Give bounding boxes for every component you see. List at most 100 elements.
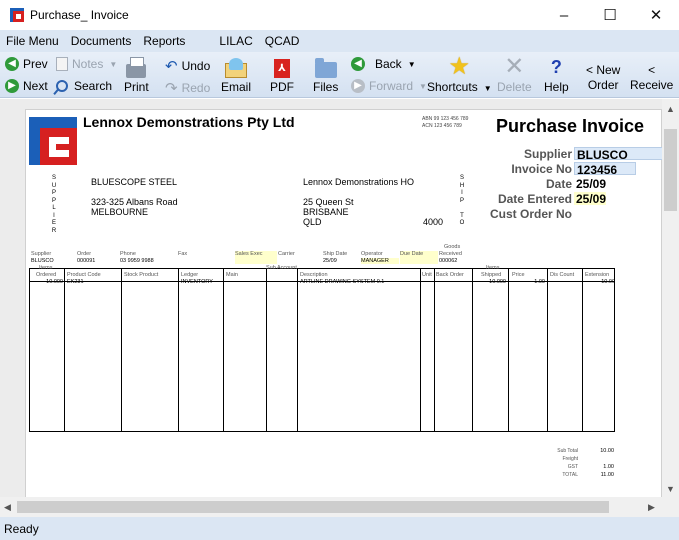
scroll-up-icon[interactable]: ▲ bbox=[666, 104, 675, 114]
hdr-order-label: Order bbox=[77, 251, 92, 257]
col-items-shipped-2: Shipped bbox=[481, 272, 502, 278]
invoice-no-label: Invoice No bbox=[511, 162, 572, 176]
line-price: 1.00 bbox=[534, 279, 545, 285]
col-items-ordered-2: Ordered bbox=[36, 272, 57, 278]
hdr-carrier-label: Carrier bbox=[278, 251, 295, 257]
scroll-left-icon[interactable]: ◀ bbox=[4, 502, 11, 513]
receive-button[interactable]: < Receive bbox=[630, 63, 673, 93]
gst-label: GST bbox=[567, 464, 578, 470]
supplier-value[interactable]: BLUSCO bbox=[574, 147, 662, 162]
shortcuts-button[interactable]: ★ Shortcuts ▼ bbox=[427, 53, 492, 95]
folder-icon bbox=[314, 58, 337, 78]
hdr-operator-value: MANAGER bbox=[361, 258, 399, 264]
horizontal-scroll-thumb[interactable] bbox=[17, 501, 609, 513]
redo-button[interactable]: ↷ Redo bbox=[165, 79, 210, 97]
date-entered-value[interactable]: 25/09 bbox=[574, 192, 606, 206]
col-stock-product: Stock Product bbox=[124, 272, 159, 278]
new-order-button[interactable]: < New Order bbox=[586, 63, 620, 93]
forward-button[interactable]: ▶ Forward ▼ bbox=[351, 79, 427, 93]
col-description: Description bbox=[300, 272, 328, 278]
hdr-goods-label-1: Goods bbox=[444, 244, 461, 250]
undo-icon: ↶ bbox=[165, 58, 178, 75]
line-extension: 10.00 bbox=[601, 279, 615, 285]
col-ledger: Ledger bbox=[181, 272, 199, 278]
menu-file[interactable]: File Menu bbox=[0, 34, 65, 48]
back-arrow-icon: ◀ bbox=[351, 57, 365, 71]
back-button[interactable]: ◀ Back ▼ bbox=[351, 57, 416, 71]
col-back-order: Back Order bbox=[436, 272, 464, 278]
line-items-ordered: 10.000 bbox=[46, 279, 63, 285]
hdr-sales-exec-label: Sales Exec bbox=[235, 251, 277, 264]
menu-bar: File Menu Documents Reports LILAC QCAD bbox=[0, 30, 679, 52]
email-button[interactable]: Email bbox=[221, 56, 251, 94]
menu-documents[interactable]: Documents bbox=[65, 34, 138, 48]
hdr-ship-date-label: Ship Date bbox=[323, 251, 348, 257]
ship-to-postcode: 4000 bbox=[423, 217, 444, 227]
cust-order-no-value[interactable] bbox=[574, 207, 606, 220]
close-button[interactable]: ✕ bbox=[633, 0, 679, 30]
hdr-ship-date-value: 25/09 bbox=[323, 258, 337, 264]
gst-value: 1.00 bbox=[603, 464, 614, 470]
notes-icon bbox=[56, 57, 68, 71]
freight-label: Freight bbox=[562, 456, 578, 462]
vertical-scroll-thumb[interactable] bbox=[664, 129, 677, 211]
supplier-address: BLUESCOPE STEEL 323-325 Albans Road MELB… bbox=[91, 177, 178, 217]
title-bar: Purchase_ Invoice – ☐ ✕ bbox=[0, 0, 679, 30]
help-icon: ? bbox=[550, 57, 562, 77]
menu-qcad[interactable]: QCAD bbox=[259, 34, 306, 48]
col-extension: Extension bbox=[585, 272, 610, 278]
col-dis-count: Dis Count bbox=[550, 272, 575, 278]
scroll-down-icon[interactable]: ▼ bbox=[666, 484, 675, 494]
date-value[interactable]: 25/09 bbox=[574, 177, 606, 191]
delete-button[interactable]: ✕ Delete bbox=[497, 53, 532, 95]
forward-arrow-icon: ▶ bbox=[351, 79, 365, 93]
next-button[interactable]: ▶ Next bbox=[5, 79, 48, 93]
print-button[interactable]: Print bbox=[124, 56, 149, 94]
menu-lilac[interactable]: LILAC bbox=[213, 34, 258, 48]
line-product-code: EK231 bbox=[67, 279, 84, 285]
col-sub-account: Sub Account bbox=[266, 265, 297, 271]
minimize-button[interactable]: – bbox=[541, 0, 587, 30]
hdr-due-date-label: Due Date bbox=[400, 251, 438, 264]
email-icon bbox=[225, 58, 247, 78]
document-canvas: Lennox Demonstrations Pty Ltd ABN 99 123… bbox=[0, 99, 662, 497]
col-items-ordered-1: Items bbox=[39, 265, 53, 271]
toolbar: ◀ Prev ▶ Next Notes ▼ Search Print ↶ Undo… bbox=[0, 52, 679, 98]
vertical-scrollbar[interactable]: ▲ ▼ bbox=[662, 99, 679, 497]
date-label: Date bbox=[545, 177, 572, 191]
files-button[interactable]: Files bbox=[313, 56, 338, 94]
printer-icon bbox=[126, 57, 147, 78]
chevron-down-icon: ▼ bbox=[419, 81, 427, 91]
abn-text: ABN 99 123 456 789 bbox=[422, 116, 469, 122]
date-entered-label: Date Entered bbox=[497, 192, 572, 206]
line-description: ARTLINE DRAWING SYSTEM 0.1 bbox=[300, 279, 385, 285]
undo-button[interactable]: ↶ Undo bbox=[165, 57, 210, 75]
hdr-goods-received-value: 000062 bbox=[439, 258, 458, 264]
total-value: 11.00 bbox=[600, 472, 614, 478]
ship-to-address: Lennox Demonstrations HO 25 Queen St BRI… bbox=[303, 177, 415, 227]
window-title: Purchase_ Invoice bbox=[30, 8, 129, 22]
col-product-code: Product Code bbox=[67, 272, 101, 278]
hdr-supplier-value: BLUSCO bbox=[31, 258, 54, 264]
maximize-button[interactable]: ☐ bbox=[587, 0, 633, 30]
chevron-down-icon: ▼ bbox=[407, 59, 416, 69]
invoice-no-value[interactable]: 123456 bbox=[574, 162, 636, 177]
line-items-shipped: 10.000 bbox=[489, 279, 506, 285]
notes-button[interactable]: Notes ▼ bbox=[56, 57, 117, 71]
horizontal-scrollbar[interactable]: ◀ ▶ bbox=[0, 497, 662, 517]
ship-to-vertical-label: SH IP TO bbox=[459, 175, 465, 226]
hdr-supplier-label: Supplier bbox=[31, 251, 52, 257]
menu-reports[interactable]: Reports bbox=[137, 34, 191, 48]
invoice-title: Purchase Invoice bbox=[496, 116, 645, 136]
delete-icon: ✕ bbox=[504, 53, 525, 80]
chevron-down-icon: ▼ bbox=[483, 84, 492, 93]
scrollbar-corner bbox=[662, 497, 679, 517]
pdf-button[interactable]: ⅄ PDF bbox=[270, 56, 294, 94]
scroll-right-icon[interactable]: ▶ bbox=[648, 502, 655, 513]
star-icon: ★ bbox=[448, 53, 471, 80]
prev-button[interactable]: ◀ Prev bbox=[5, 57, 48, 71]
help-button[interactable]: ? Help bbox=[544, 56, 569, 94]
redo-icon: ↷ bbox=[165, 80, 178, 97]
hdr-operator-label: Operator bbox=[361, 251, 383, 257]
search-button[interactable]: Search bbox=[56, 79, 112, 93]
